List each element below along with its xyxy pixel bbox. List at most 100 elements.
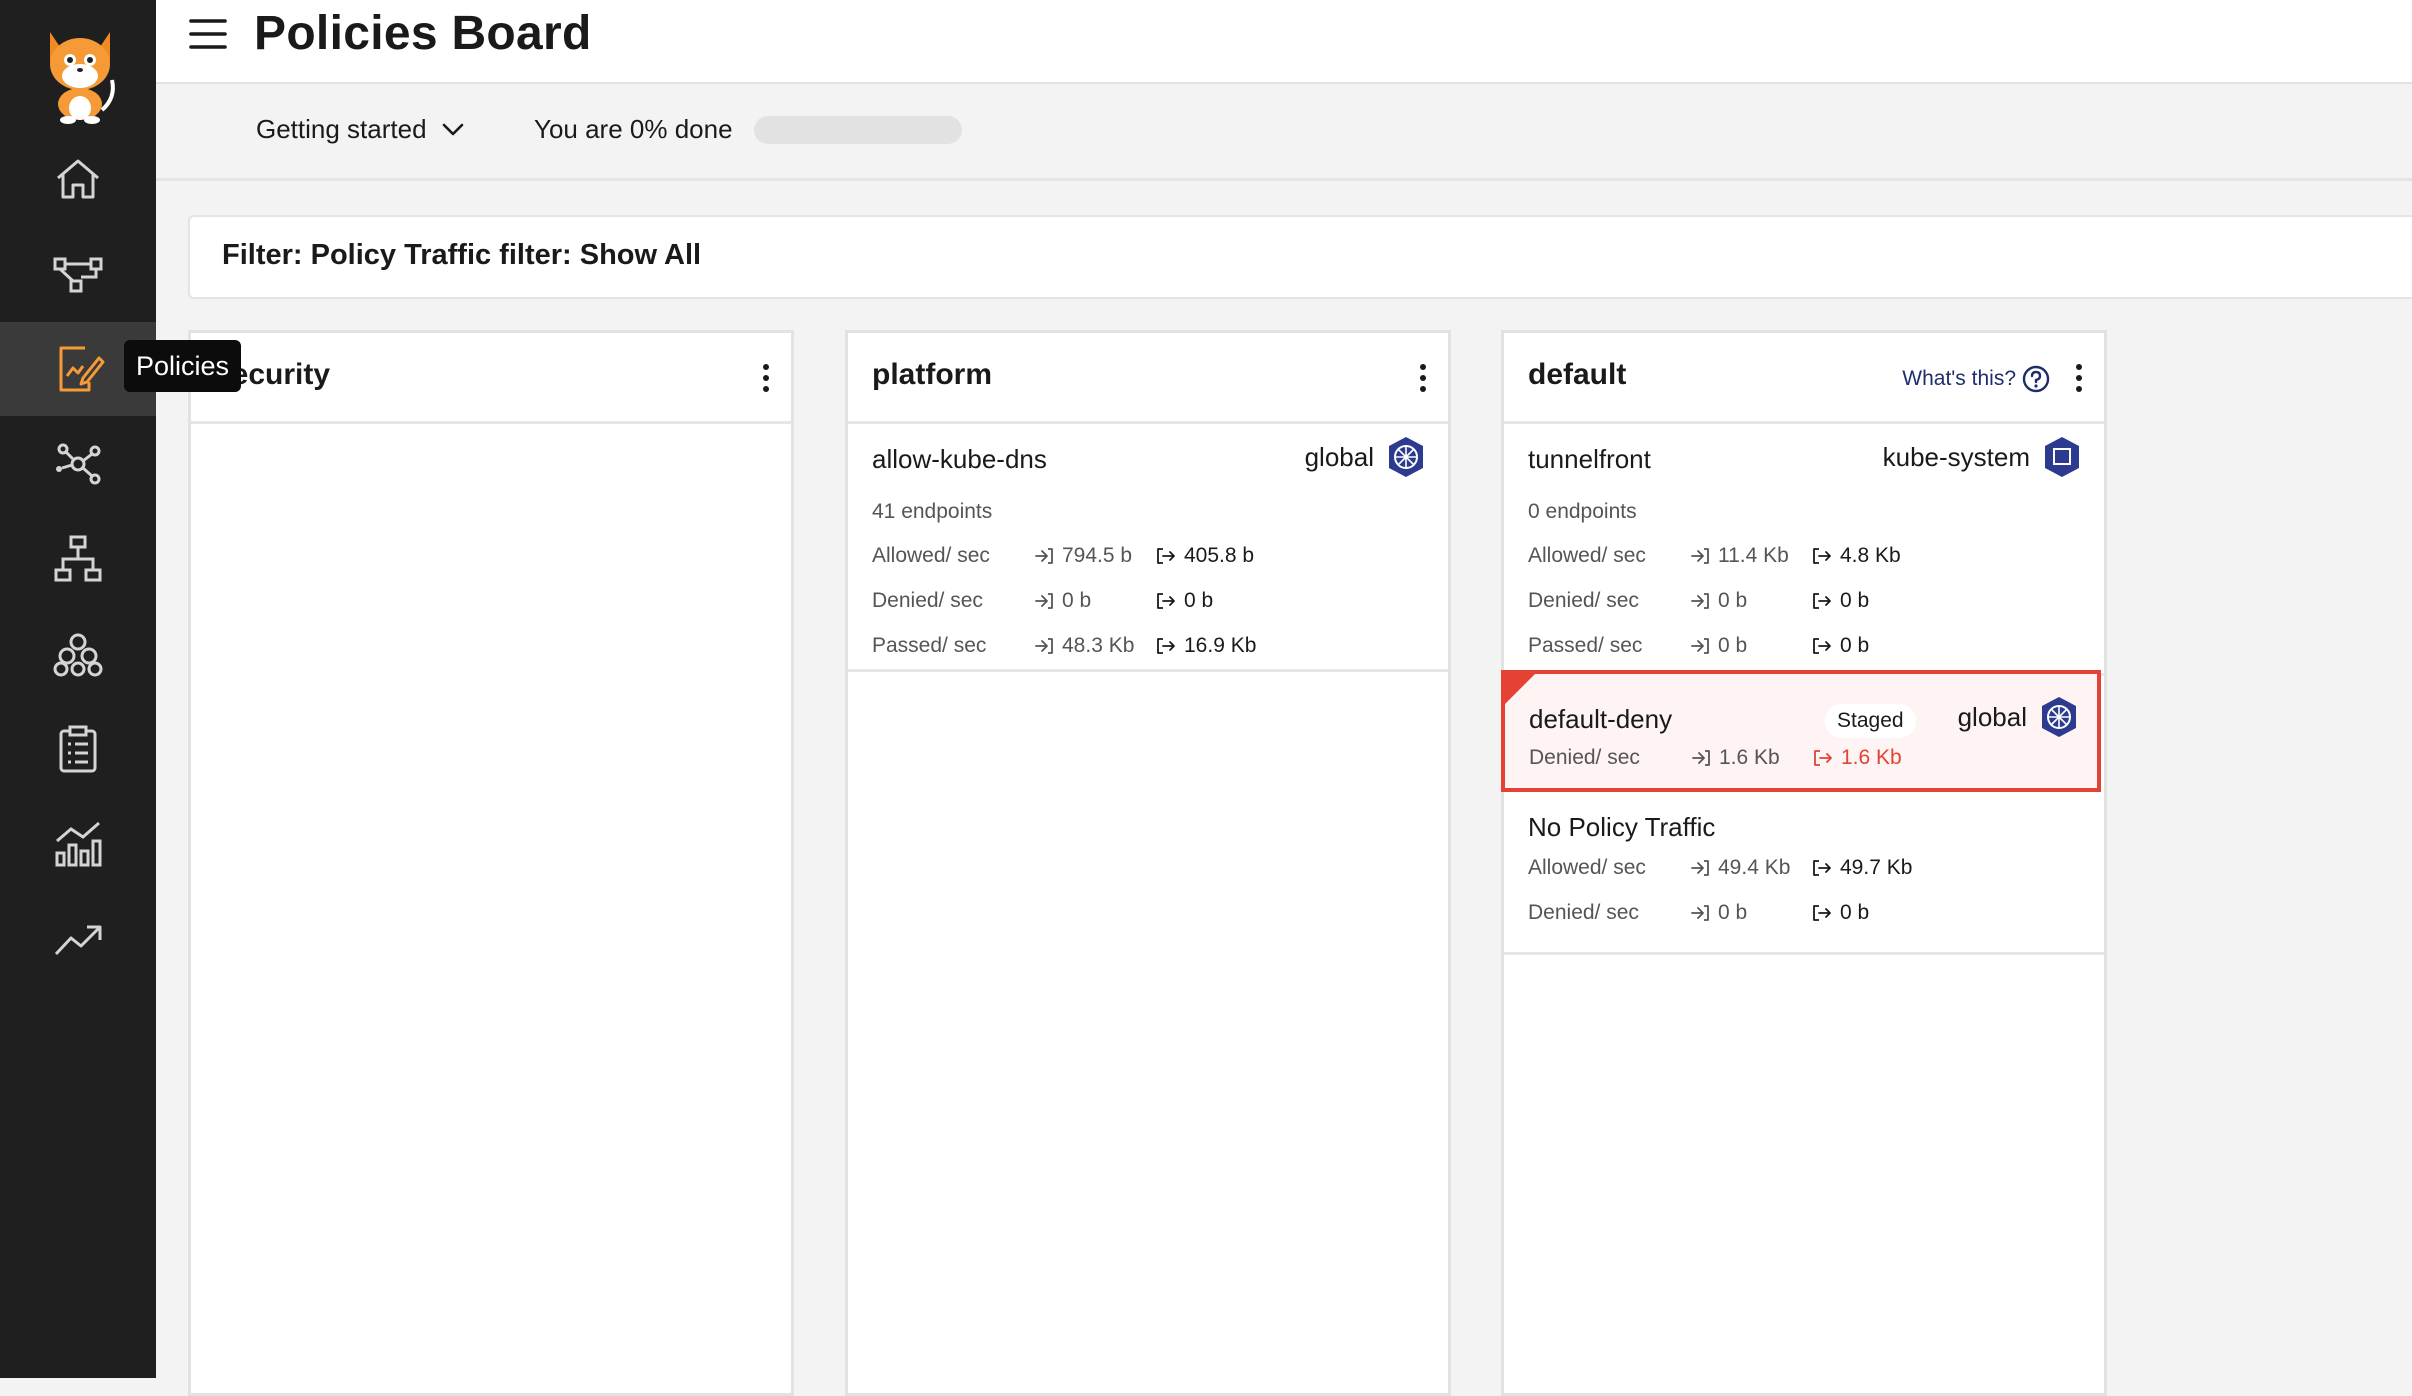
column-title: platform <box>872 358 992 391</box>
clipboard-list-icon <box>59 725 97 773</box>
calico-cat-logo[interactable] <box>40 18 120 124</box>
policies-icon <box>59 346 105 392</box>
traffic-row-passed: Passed/ sec 0 b 0 b <box>1528 634 2104 664</box>
whats-this-link[interactable]: What's this? <box>1902 365 2050 393</box>
namespace-label: global <box>1957 701 2027 732</box>
nav-reports[interactable] <box>0 702 156 796</box>
policy-name: allow-kube-dns <box>872 444 1047 474</box>
endpoints-hierarchy-icon <box>54 535 102 582</box>
inbound-value: 0 b <box>1034 589 1091 613</box>
inbound-text: 48.3 Kb <box>1062 634 1135 657</box>
namespace-label: global <box>1304 441 1374 472</box>
traffic-row-passed: Passed/ sec 48.3 Kb 16.9 Kb <box>872 634 1448 664</box>
dashboard-chart-icon <box>55 821 102 867</box>
outbound-icon <box>1156 547 1176 565</box>
nav-endpoints[interactable] <box>0 512 156 606</box>
endpoints-count: 0 endpoints <box>1528 500 1637 523</box>
inbound-text: 49.4 Kb <box>1718 856 1791 879</box>
traffic-row-denied: Denied/ sec 0 b 0 b <box>872 589 1448 619</box>
inbound-text: 1.6 Kb <box>1719 746 1780 769</box>
policies-tooltip: Policies <box>124 340 242 392</box>
traffic-row-denied: Denied/ sec 0 b 0 b <box>1528 901 2104 931</box>
inbound-text: 0 b <box>1718 901 1748 924</box>
column-header: default What's this? <box>1504 333 2104 424</box>
row-label: Denied/ sec <box>1528 589 1639 612</box>
inbound-value: 48.3 Kb <box>1034 634 1134 658</box>
outbound-icon <box>1812 547 1832 565</box>
nav-home[interactable] <box>0 132 156 226</box>
outbound-text: 16.9 Kb <box>1184 634 1257 657</box>
sidebar <box>0 0 156 1378</box>
traffic-row-denied: Denied/ sec 1.6 Kb 1.6 Kb <box>1529 746 2097 776</box>
inbound-value: 794.5 b <box>1034 544 1132 568</box>
nav-clusters[interactable] <box>0 607 156 701</box>
inbound-value: 0 b <box>1690 901 1747 925</box>
outbound-value: 0 b <box>1812 901 1869 925</box>
filter-text: Filter: Policy Traffic filter: Show All <box>222 239 702 271</box>
policy-name: tunnelfront <box>1528 444 1651 474</box>
more-options-icon[interactable] <box>2074 363 2084 393</box>
outbound-text: 49.7 Kb <box>1840 856 1913 879</box>
global-namespace-icon <box>1386 436 1426 478</box>
staged-badge: Staged <box>1825 704 1916 738</box>
staged-corner-flag <box>1505 674 1535 704</box>
more-options-icon[interactable] <box>1418 363 1428 393</box>
outbound-icon <box>1812 592 1832 610</box>
clusters-icon <box>53 633 103 677</box>
inbound-icon <box>1690 592 1710 610</box>
more-options-icon[interactable] <box>761 363 771 393</box>
tier-column-platform: platform allow-kube-dns global 41 endpoi… <box>845 330 1451 1396</box>
whats-this-label: What's this? <box>1902 367 2016 390</box>
outbound-value: 0 b <box>1156 589 1213 613</box>
inbound-text: 0 b <box>1062 589 1092 612</box>
column-title: default <box>1528 358 1627 391</box>
tier-column-default: default What's this? tunnelfront kube-sy… <box>1501 330 2107 1396</box>
inbound-text: 0 b <box>1718 634 1748 657</box>
inbound-icon <box>1690 637 1710 655</box>
outbound-value: 405.8 b <box>1156 544 1254 568</box>
tier-column-security: security <box>188 330 794 1396</box>
inbound-value: 1.6 Kb <box>1691 746 1780 770</box>
row-label: Denied/ sec <box>872 589 983 612</box>
traffic-row-denied: Denied/ sec 0 b 0 b <box>1528 589 2104 619</box>
inbound-icon <box>1034 547 1054 565</box>
row-label: Denied/ sec <box>1529 746 1640 769</box>
hamburger-menu-icon[interactable] <box>188 16 228 52</box>
endpoints-count: 41 endpoints <box>872 500 993 523</box>
trend-up-icon <box>54 925 102 956</box>
outbound-text: 0 b <box>1840 634 1870 657</box>
outbound-text: 0 b <box>1840 901 1870 924</box>
policy-card-no-policy-traffic[interactable]: No Policy Traffic Allowed/ sec 49.4 Kb 4… <box>1504 792 2104 955</box>
network-nodes-icon <box>56 443 101 485</box>
filter-bar[interactable]: Filter: Policy Traffic filter: Show All <box>188 215 2412 299</box>
policy-card-tunnelfront[interactable]: tunnelfront kube-system 0 endpoints Allo… <box>1504 424 2104 676</box>
column-header: platform <box>848 333 1448 424</box>
policy-card-allow-kube-dns[interactable]: allow-kube-dns global 41 endpoints Allow… <box>848 424 1448 672</box>
policy-namespace: global <box>1958 696 2079 738</box>
namespace-label: kube-system <box>1882 441 2030 472</box>
policy-name: default-deny <box>1529 704 1673 734</box>
inbound-icon <box>1691 749 1711 767</box>
getting-started-dropdown[interactable]: Getting started <box>256 114 465 145</box>
nav-trends[interactable] <box>0 892 156 986</box>
policy-card-default-deny[interactable]: default-deny Staged global Denied/ sec 1… <box>1501 670 2101 792</box>
outbound-value: 16.9 Kb <box>1156 634 1256 658</box>
outbound-value: 0 b <box>1812 589 1869 613</box>
namespace-icon <box>2042 436 2082 478</box>
inbound-icon <box>1034 637 1054 655</box>
column-header: security <box>191 333 791 424</box>
page-header: Policies Board <box>156 0 2412 84</box>
inbound-icon <box>1034 592 1054 610</box>
nav-dashboards[interactable] <box>0 797 156 891</box>
policy-namespace: kube-system <box>1883 436 2082 478</box>
inbound-text: 794.5 b <box>1062 544 1133 567</box>
nav-service-graph[interactable] <box>0 227 156 321</box>
row-label: Allowed/ sec <box>872 544 990 567</box>
row-label: Passed/ sec <box>1528 634 1643 657</box>
nav-network[interactable] <box>0 417 156 511</box>
outbound-icon <box>1813 749 1833 767</box>
outbound-icon <box>1812 637 1832 655</box>
progress-bar <box>754 116 962 144</box>
inbound-value: 0 b <box>1690 589 1747 613</box>
progress-text: You are 0% done <box>534 114 733 144</box>
